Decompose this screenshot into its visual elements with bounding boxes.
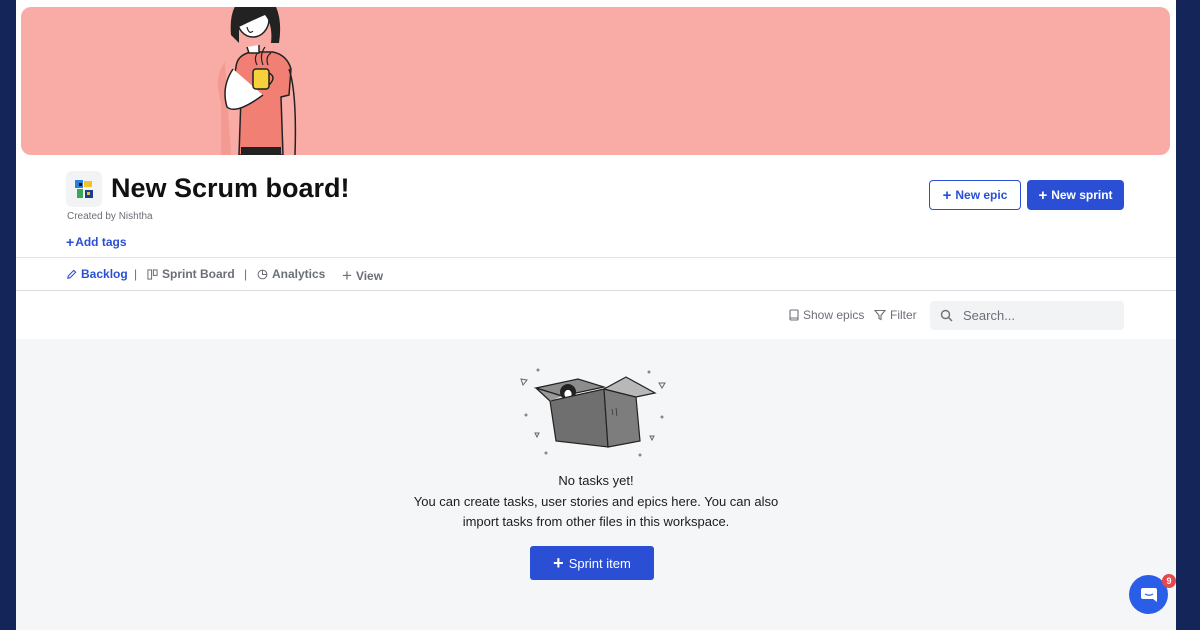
empty-box-illustration [520,368,666,457]
new-epic-label: New epic [955,188,1008,202]
kanban-icon [147,268,158,280]
show-epics-toggle[interactable]: Show epics [789,308,864,322]
app-frame: New Scrum board! Created by Nishtha + Ad… [16,0,1176,630]
tab-analytics-label: Analytics [272,267,326,281]
backlog-content: No tasks yet! You can create tasks, user… [16,339,1176,630]
board-emoji-icon[interactable] [66,171,102,207]
new-sprint-button[interactable]: + New sprint [1027,180,1124,210]
page-title: New Scrum board! [111,173,350,203]
tab-backlog-label: Backlog [81,267,128,281]
plus-icon: + [553,553,564,573]
empty-state-title: No tasks yet! [558,473,634,488]
book-icon [789,309,799,321]
pencil-icon [67,269,77,279]
tab-sprint-board-label: Sprint Board [162,267,235,281]
tab-backlog[interactable]: Backlog [66,267,128,281]
empty-state-description: You can create tasks, user stories and e… [16,492,1176,532]
view-tabs: Backlog | Sprint Board | Analytics + Vie… [16,257,1176,291]
add-tags-label: Add tags [75,235,127,249]
tab-add-view[interactable]: + View [342,267,383,284]
filter-button[interactable]: Filter [874,308,917,322]
new-epic-button[interactable]: + New epic [929,180,1021,210]
filter-label: Filter [890,308,917,322]
empty-state-line-2: import tasks from other files in this wo… [462,514,730,529]
search-input[interactable] [963,308,1113,323]
search-box[interactable] [930,301,1124,330]
show-epics-label: Show epics [803,308,865,322]
chat-notification-badge: 9 [1162,574,1176,588]
created-by-text: Created by Nishtha [67,211,153,222]
plus-icon: + [342,266,352,285]
tab-divider: | [134,267,138,281]
plus-icon: + [1038,186,1048,204]
cover-banner [21,7,1170,155]
tab-sprint-board[interactable]: Sprint Board [147,267,235,281]
tab-divider: | [244,267,248,281]
add-sprint-item-button[interactable]: + Sprint item [530,546,654,580]
plus-icon: + [942,186,952,204]
search-icon [940,309,953,322]
plus-icon: + [66,234,75,250]
new-sprint-label: New sprint [1051,188,1113,202]
add-tags-button[interactable]: + Add tags [66,234,127,250]
tab-view-label: View [355,268,384,283]
board-header: New Scrum board! Created by Nishtha + Ad… [16,155,1176,257]
filter-icon [874,309,886,321]
empty-state-line-1: You can create tasks, user stories and e… [413,494,779,509]
pie-chart-icon [257,269,268,279]
board-emoji-icon-graphic [75,180,93,198]
add-sprint-item-label: Sprint item [568,555,631,571]
chat-icon [1140,587,1157,602]
backlog-toolbar: Show epics Filter [16,291,1176,339]
woman-with-mug-illustration [217,7,297,155]
tab-analytics[interactable]: Analytics [257,267,325,281]
